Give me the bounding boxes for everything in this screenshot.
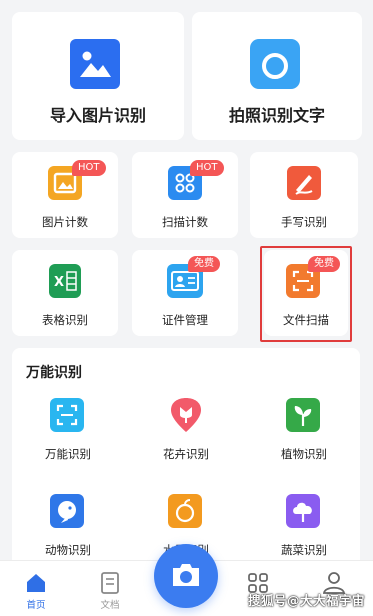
tool-scan-count[interactable]: HOT 扫描计数 — [132, 152, 238, 238]
tab-label: 首页 — [26, 600, 46, 611]
handwriting-icon — [287, 166, 321, 200]
tool-label: 图片计数 — [42, 215, 88, 229]
hot-badge: HOT — [72, 160, 106, 176]
tab-label: 文档 — [100, 600, 120, 611]
watermark-text: 搜狐号@大大福宇宙 — [247, 593, 365, 608]
tab-documents[interactable]: 文档 — [80, 561, 140, 616]
fruit-icon — [168, 494, 202, 528]
section-title: 万能识别 — [26, 365, 82, 381]
svg-text:X: X — [54, 275, 64, 290]
tab-home[interactable]: 首页 — [6, 561, 66, 616]
tool-label: 证件管理 — [162, 313, 208, 327]
universal-scan-icon — [50, 398, 84, 432]
tool-label: 表格识别 — [42, 313, 88, 327]
tool-handwriting[interactable]: 手写识别 — [250, 152, 358, 238]
excel-icon: X — [49, 264, 81, 298]
image-icon — [70, 39, 120, 89]
free-badge: 免费 — [188, 256, 220, 272]
item-label: 花卉识别 — [163, 447, 209, 461]
photo-ocr-label: 拍照识别文字 — [228, 106, 325, 125]
universal-item[interactable]: 植物识别 — [262, 392, 346, 462]
universal-section: 万能识别 万能识别 花卉识别 植物识别 动物识别 蔬菜识别 — [12, 348, 360, 560]
home-icon — [27, 574, 45, 592]
tool-table-ocr[interactable]: X 表格识别 — [12, 250, 118, 336]
vegetable-icon — [286, 494, 320, 528]
item-label: 蔬菜识别 — [281, 543, 327, 557]
import-image-card[interactable]: 导入图片识别 — [12, 12, 184, 140]
document-icon — [101, 572, 119, 594]
photo-ocr-card[interactable]: 拍照识别文字 — [192, 12, 362, 140]
tool-label: 手写识别 — [281, 215, 327, 229]
selection-highlight — [260, 246, 352, 342]
animal-icon — [50, 494, 84, 528]
universal-item[interactable]: 万能识别 — [26, 392, 110, 462]
universal-item[interactable]: 蔬菜识别 — [262, 488, 346, 558]
camera-icon — [173, 564, 199, 586]
camera-fab-button[interactable] — [154, 544, 218, 608]
tool-image-count[interactable]: HOT 图片计数 — [12, 152, 118, 238]
tool-label: 扫描计数 — [162, 215, 208, 229]
plant-icon — [286, 398, 320, 432]
universal-item[interactable]: 动物识别 — [26, 488, 110, 558]
flower-icon — [168, 396, 204, 434]
hot-badge: HOT — [190, 160, 224, 176]
item-label: 植物识别 — [281, 447, 327, 461]
camera-icon — [250, 39, 300, 89]
import-image-label: 导入图片识别 — [49, 106, 146, 125]
tool-id-manage[interactable]: 免费 证件管理 — [132, 250, 238, 336]
item-label: 动物识别 — [45, 543, 91, 557]
universal-item[interactable]: 花卉识别 — [144, 392, 228, 462]
item-label: 万能识别 — [45, 447, 91, 461]
